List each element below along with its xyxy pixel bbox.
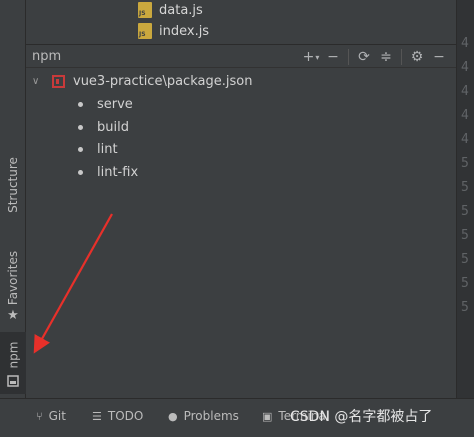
bullet-icon	[78, 101, 83, 107]
npm-panel-header: npm + ▾ − ⟳ ≑ ⚙ −	[26, 44, 456, 68]
tab-npm-label: npm	[6, 341, 21, 369]
terminal-icon: ▣	[262, 409, 273, 423]
editor-gutter: 4 4 4 4 4 5 5 5 5 5 5 5	[456, 0, 474, 398]
npm-tab-icon	[6, 374, 20, 388]
js-file-icon	[138, 23, 152, 39]
chevron-down-icon[interactable]: ∨	[32, 76, 44, 87]
collapse-icon[interactable]: −	[322, 46, 344, 68]
line-number: 5	[461, 228, 469, 243]
bullet-icon	[78, 124, 83, 130]
toolbar-divider	[348, 49, 349, 65]
file-index-js[interactable]: index.js	[138, 21, 209, 41]
script-lint[interactable]: lint	[78, 138, 118, 160]
list-icon: ☰	[92, 409, 102, 423]
file-name: index.js	[159, 23, 210, 39]
expand-collapse-icon[interactable]: ≑	[375, 46, 397, 68]
tab-problems-label: Problems	[183, 409, 239, 423]
script-label: build	[97, 119, 129, 135]
line-number: 4	[461, 132, 469, 147]
line-number: 5	[461, 252, 469, 267]
script-label: lint-fix	[97, 164, 139, 180]
git-branch-icon: ⑂	[36, 409, 43, 423]
npm-panel-title: npm	[32, 48, 62, 64]
tab-favorites-label: Favorites	[6, 250, 20, 306]
script-serve[interactable]: serve	[78, 93, 133, 115]
bullet-icon	[78, 169, 83, 175]
line-number: 4	[461, 60, 469, 75]
tab-todo-label: TODO	[107, 409, 144, 423]
add-icon[interactable]: + ▾	[300, 46, 322, 68]
reload-icon[interactable]: ⟳	[353, 46, 375, 68]
script-lint-fix[interactable]: lint-fix	[78, 161, 138, 183]
left-tool-strip: Structure Favorites ★ npm	[0, 0, 26, 437]
line-number: 5	[461, 300, 469, 315]
line-number: 4	[461, 108, 469, 123]
script-label: serve	[97, 96, 133, 112]
package-path: vue3-practice\package.json	[73, 73, 253, 89]
watermark: CSDN @名字都被占了	[290, 409, 433, 425]
npm-toolbar: + ▾ − ⟳ ≑ ⚙ −	[300, 45, 450, 69]
tab-git-label: Git	[48, 409, 66, 423]
star-icon: ★	[7, 307, 19, 323]
toolbar-divider	[401, 49, 402, 65]
script-label: lint	[97, 141, 118, 157]
minimize-icon[interactable]: −	[428, 46, 450, 68]
tab-todo[interactable]: ☰ TODO	[92, 407, 143, 425]
npm-package-icon	[52, 74, 65, 88]
project-tree: data.js index.js	[26, 0, 456, 44]
js-file-icon	[138, 2, 152, 18]
tab-git[interactable]: ⑂ Git	[36, 407, 66, 425]
gear-icon[interactable]: ⚙	[406, 46, 428, 68]
tab-favorites[interactable]: Favorites ★	[0, 240, 26, 330]
tab-problems[interactable]: ● Problems	[168, 407, 239, 425]
bullet-icon	[78, 146, 83, 152]
file-data-js[interactable]: data.js	[138, 0, 203, 20]
line-number: 5	[461, 156, 469, 171]
tab-structure-label: Structure	[6, 157, 21, 213]
line-number: 5	[461, 204, 469, 219]
info-icon: ●	[168, 409, 178, 423]
line-number: 5	[461, 180, 469, 195]
npm-tree: ∨ vue3-practice\package.json serve build…	[26, 68, 456, 398]
line-number: 4	[461, 36, 469, 51]
tab-structure[interactable]: Structure	[0, 140, 26, 230]
line-number: 5	[461, 276, 469, 291]
file-name: data.js	[159, 2, 203, 18]
tab-npm[interactable]: npm	[0, 332, 26, 394]
package-json-node[interactable]: ∨ vue3-practice\package.json	[32, 70, 252, 92]
script-build[interactable]: build	[78, 116, 129, 138]
line-number: 4	[461, 84, 469, 99]
